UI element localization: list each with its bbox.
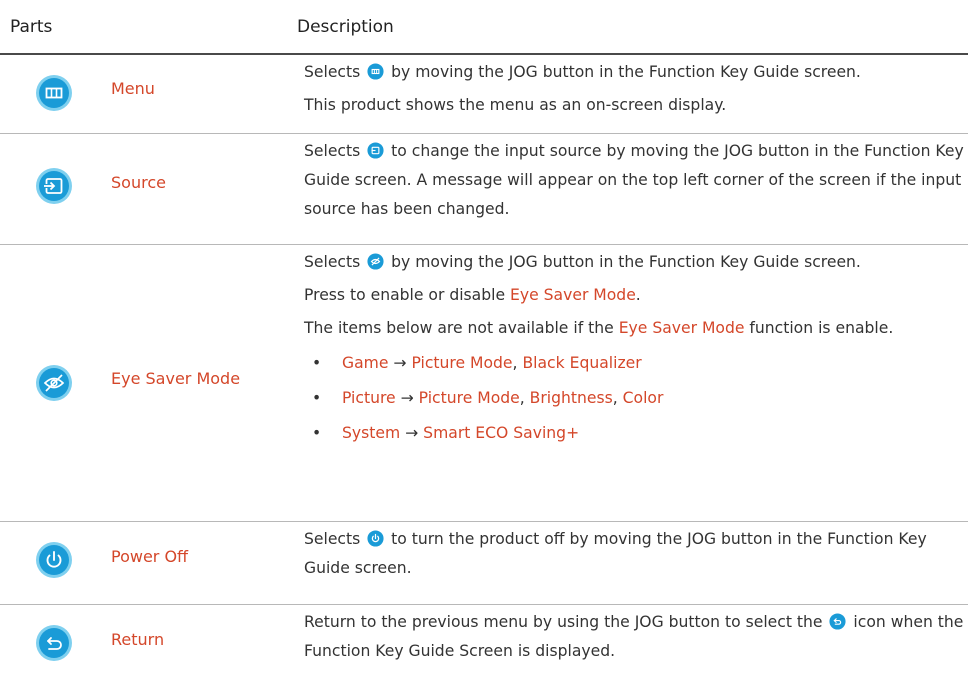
table-row-eye-saver: Eye Saver Mode Selects by moving the JOG…	[0, 245, 968, 522]
term-link: Eye Saver Mode	[510, 286, 636, 304]
document-page: Parts Description Menu Selects by moving…	[0, 0, 978, 688]
menu-icon	[35, 74, 73, 112]
menu-icon	[367, 63, 384, 80]
table-row-return: Return Return to the previous menu by us…	[0, 605, 968, 688]
table-header: Parts Description	[0, 0, 978, 55]
desc-line: The items below are not available if the…	[304, 319, 894, 337]
col-header-description: Description	[297, 17, 394, 37]
part-description: Selects by moving the JOG button in the …	[304, 58, 964, 124]
source-icon	[367, 142, 384, 159]
eye-saver-icon	[367, 253, 384, 270]
desc-line: Selects to change the input source by mo…	[304, 142, 964, 218]
col-header-parts: Parts	[10, 17, 53, 37]
part-name: Return	[111, 630, 165, 649]
part-name: Menu	[111, 79, 155, 98]
return-icon	[35, 624, 73, 662]
return-icon	[829, 613, 847, 630]
desc-line: This product shows the menu as an on-scr…	[304, 96, 727, 114]
desc-line: Selects by moving the JOG button in the …	[304, 63, 861, 81]
part-description: Selects to change the input source by mo…	[304, 137, 964, 228]
table-row-source: Source Selects to change the input sourc…	[0, 134, 968, 245]
source-icon	[35, 167, 73, 205]
power-icon	[35, 541, 73, 579]
desc-line: Selects to turn the product off by movin…	[304, 530, 927, 577]
table-row-menu: Menu Selects by moving the JOG button in…	[0, 55, 968, 134]
power-icon	[367, 530, 384, 547]
desc-line: Press to enable or disable Eye Saver Mod…	[304, 286, 641, 304]
list-item: • Game → Picture Mode, Black Equalizer	[312, 354, 642, 372]
part-name: Power Off	[111, 547, 189, 566]
part-description: Return to the previous menu by using the…	[304, 608, 964, 670]
part-name: Eye Saver Mode	[111, 369, 241, 388]
desc-line: Return to the previous menu by using the…	[304, 613, 964, 660]
part-description: Selects to turn the product off by movin…	[304, 525, 964, 587]
table-row-power-off: Power Off Selects to turn the product of…	[0, 522, 968, 605]
part-name: Source	[111, 173, 166, 192]
part-description: Selects by moving the JOG button in the …	[304, 248, 964, 452]
list-item: • Picture → Picture Mode, Brightness, Col…	[312, 389, 664, 407]
desc-line: Selects by moving the JOG button in the …	[304, 253, 861, 271]
eye-saver-icon	[35, 364, 73, 402]
list-item: • System → Smart ECO Saving+	[312, 424, 580, 442]
term-link: Eye Saver Mode	[618, 319, 745, 337]
